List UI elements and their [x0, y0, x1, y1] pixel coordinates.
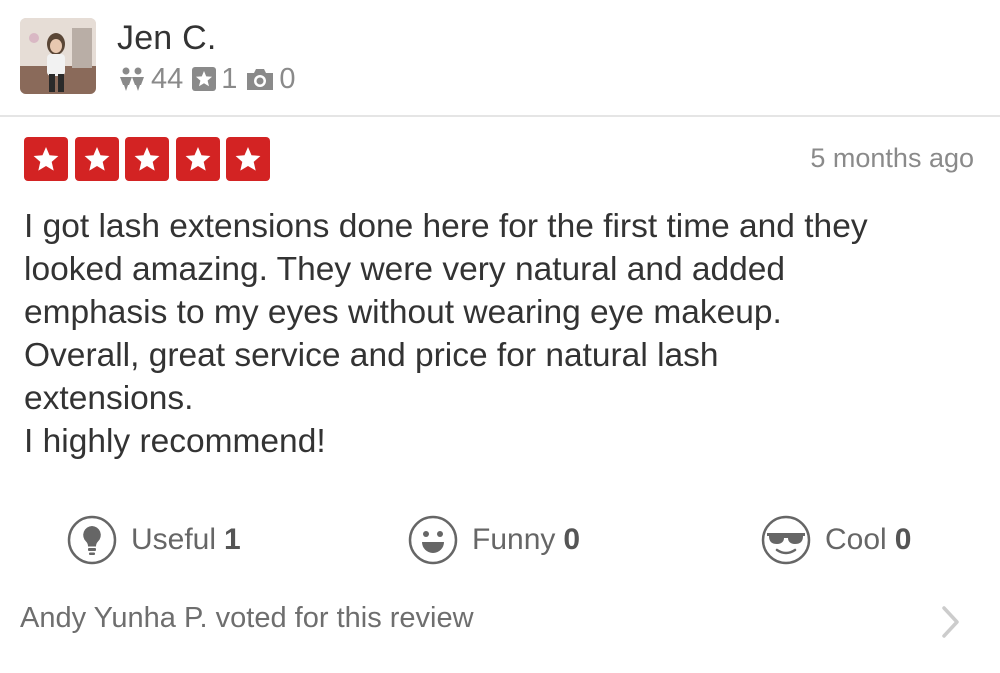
- review-header: Jen C. 44 1 0: [0, 0, 1000, 116]
- voted-by-text: Andy Yunha P. voted for this review: [20, 602, 474, 634]
- avatar-photo: [20, 18, 96, 94]
- useful-label: Useful: [131, 523, 217, 556]
- lightbulb-icon: [67, 515, 117, 565]
- chevron-right-icon: [942, 606, 959, 638]
- cool-button[interactable]: Cool 0: [761, 513, 911, 567]
- friends-stat: 44: [117, 63, 183, 96]
- sunglasses-icon: [761, 515, 811, 565]
- funny-button[interactable]: Funny 0: [408, 513, 580, 567]
- review-star-icon: [192, 67, 217, 91]
- star-icon: [185, 147, 210, 171]
- star-icon: [84, 147, 109, 171]
- useful-count: 1: [224, 523, 241, 556]
- voted-by-row[interactable]: Andy Yunha P. voted for this review: [0, 596, 1000, 646]
- star-5: [226, 137, 270, 181]
- friends-count: 44: [151, 62, 184, 95]
- user-avatar[interactable]: [20, 18, 96, 94]
- reviews-count: 1: [221, 62, 238, 95]
- header-divider: [0, 115, 1000, 117]
- camera-icon: [247, 69, 274, 90]
- cool-count: 0: [894, 523, 912, 556]
- friends-icon: [120, 67, 144, 91]
- photos-count: 0: [279, 62, 296, 95]
- funny-count: 0: [563, 523, 581, 556]
- reviews-stat: 1: [191, 63, 237, 96]
- star-3: [125, 137, 169, 181]
- star-icon: [33, 147, 59, 171]
- star-rating: [24, 137, 277, 181]
- funny-label: Funny: [472, 523, 556, 556]
- smiley-icon: [408, 515, 458, 565]
- star-4: [175, 137, 220, 181]
- vote-buttons: Useful 1 Funny 0 Cool 0: [0, 513, 1000, 567]
- cool-label: Cool: [825, 523, 887, 556]
- star-2: [74, 137, 119, 181]
- star-icon: [134, 147, 160, 171]
- user-stats: 44 1 0: [117, 62, 304, 96]
- useful-button[interactable]: Useful 1: [67, 513, 241, 567]
- photos-stat: 0: [245, 62, 296, 96]
- star-1: [24, 137, 68, 181]
- review-timestamp: 5 months ago: [810, 143, 974, 173]
- review-body: I got lash extensions done here for the …: [24, 208, 868, 460]
- star-icon: [235, 147, 261, 171]
- user-name[interactable]: Jen C.: [117, 18, 216, 58]
